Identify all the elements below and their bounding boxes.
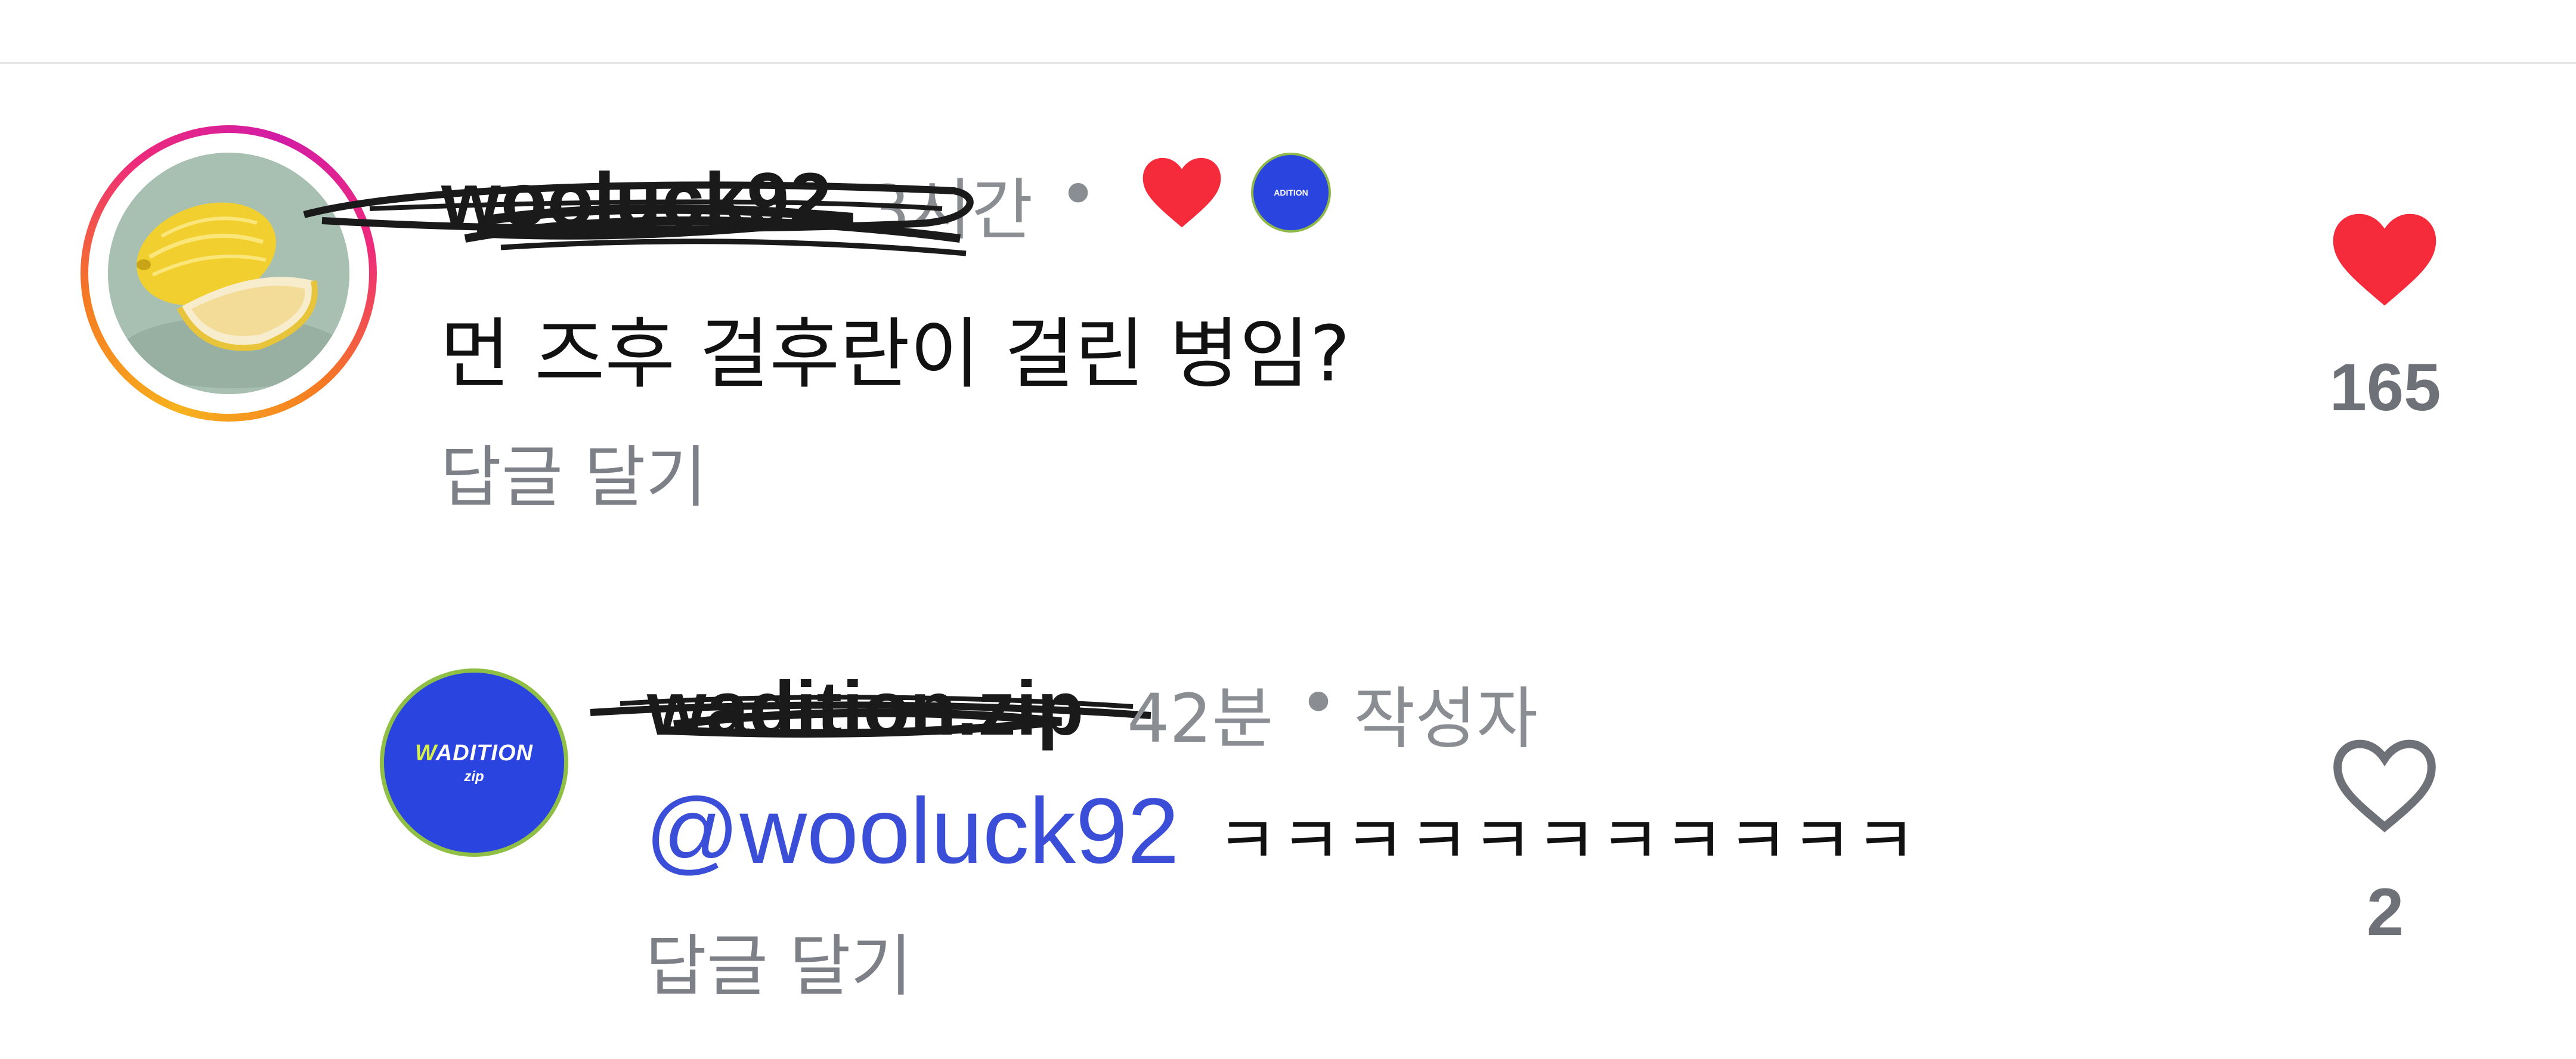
reply-text: ㅋㅋㅋㅋㅋㅋㅋㅋㅋㅋㅋ — [1216, 803, 1919, 880]
comment-username[interactable]: wooluck92 — [441, 156, 831, 244]
reply-time: 42분 — [1127, 680, 1274, 758]
mention-link[interactable]: @wooluck92 — [645, 778, 1179, 885]
reply-username[interactable]: wadition.zip — [647, 665, 1083, 753]
creator-mini-avatar: ADITION — [1251, 153, 1331, 233]
heart-outline-icon[interactable] — [2332, 738, 2438, 835]
brand-logo-sub: zip — [464, 768, 484, 785]
like-count: 2 — [2366, 875, 2404, 949]
comment-time: 3시간 — [868, 172, 1033, 249]
replier-avatar[interactable]: WADITION zip — [380, 668, 568, 857]
author-badge: 작성자 — [1354, 680, 1538, 758]
creator-heart-icon — [1143, 157, 1221, 228]
reply-button[interactable]: 답글 달기 — [645, 912, 912, 1009]
meta-separator: • — [1058, 156, 1098, 234]
top-divider — [0, 62, 2576, 64]
meta-separator: • — [1299, 665, 1339, 742]
reply-button[interactable]: 답글 달기 — [440, 423, 707, 520]
comment-text: 먼 즈후 걸후란이 걸린 병임? — [440, 310, 1351, 399]
melon-photo — [108, 153, 349, 394]
brand-logo-text: WADITION — [415, 740, 533, 766]
heart-filled-icon[interactable] — [2330, 212, 2439, 310]
commenter-avatar[interactable] — [80, 125, 377, 422]
like-count: 165 — [2329, 350, 2441, 425]
